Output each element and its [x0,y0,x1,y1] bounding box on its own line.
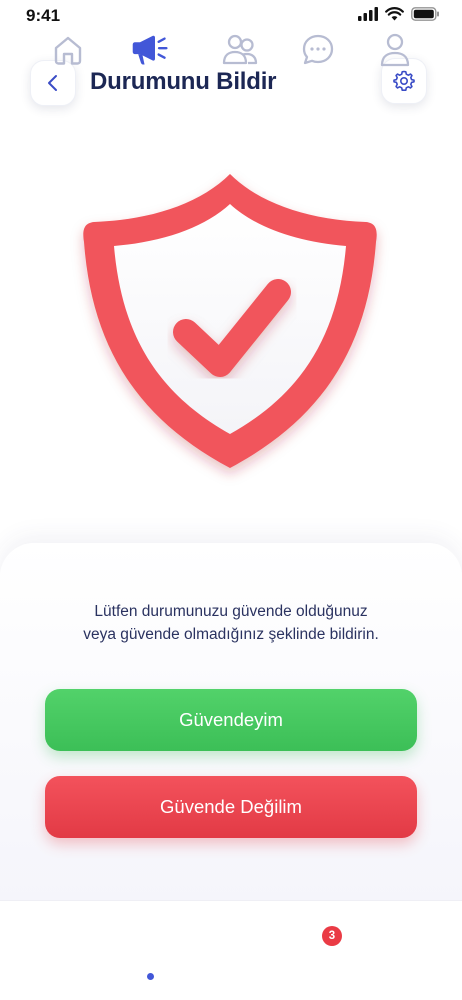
safe-button[interactable]: Güvendeyim [45,689,417,751]
gear-icon [393,70,415,91]
battery-icon [411,7,439,21]
instruction-text: Lütfen durumunuzu güvende olduğunuz veya… [40,600,422,646]
home-icon [54,36,82,65]
status-time: 9:41 [26,6,61,25]
shield-illustration [70,160,390,490]
tab-report[interactable] [130,30,170,70]
chat-bubble-icon [302,34,334,65]
status-bar: 9:41 [0,0,462,34]
people-icon [222,34,258,65]
active-tab-indicator [147,973,154,980]
cellular-signal-icon [358,7,378,21]
tab-chat[interactable] [298,30,338,70]
shield-check-icon [83,174,377,468]
wifi-icon [385,7,404,21]
tab-home[interactable] [48,30,88,70]
tab-people[interactable] [220,30,260,70]
tab-profile[interactable] [375,30,415,70]
page-title: Durumunu Bildir [90,68,277,95]
instruction-line-2: veya güvende olmadığınız şeklinde bildir… [83,626,379,643]
chat-badge: 3 [322,926,342,946]
unsafe-button[interactable]: Güvende Değilim [45,776,417,838]
megaphone-icon [132,35,168,65]
profile-icon [380,33,410,67]
chevron-left-icon [48,75,57,91]
instruction-line-1: Lütfen durumunuzu güvende olduğunuz [94,603,368,620]
status-icons [358,7,440,21]
tab-bar [0,900,462,1000]
